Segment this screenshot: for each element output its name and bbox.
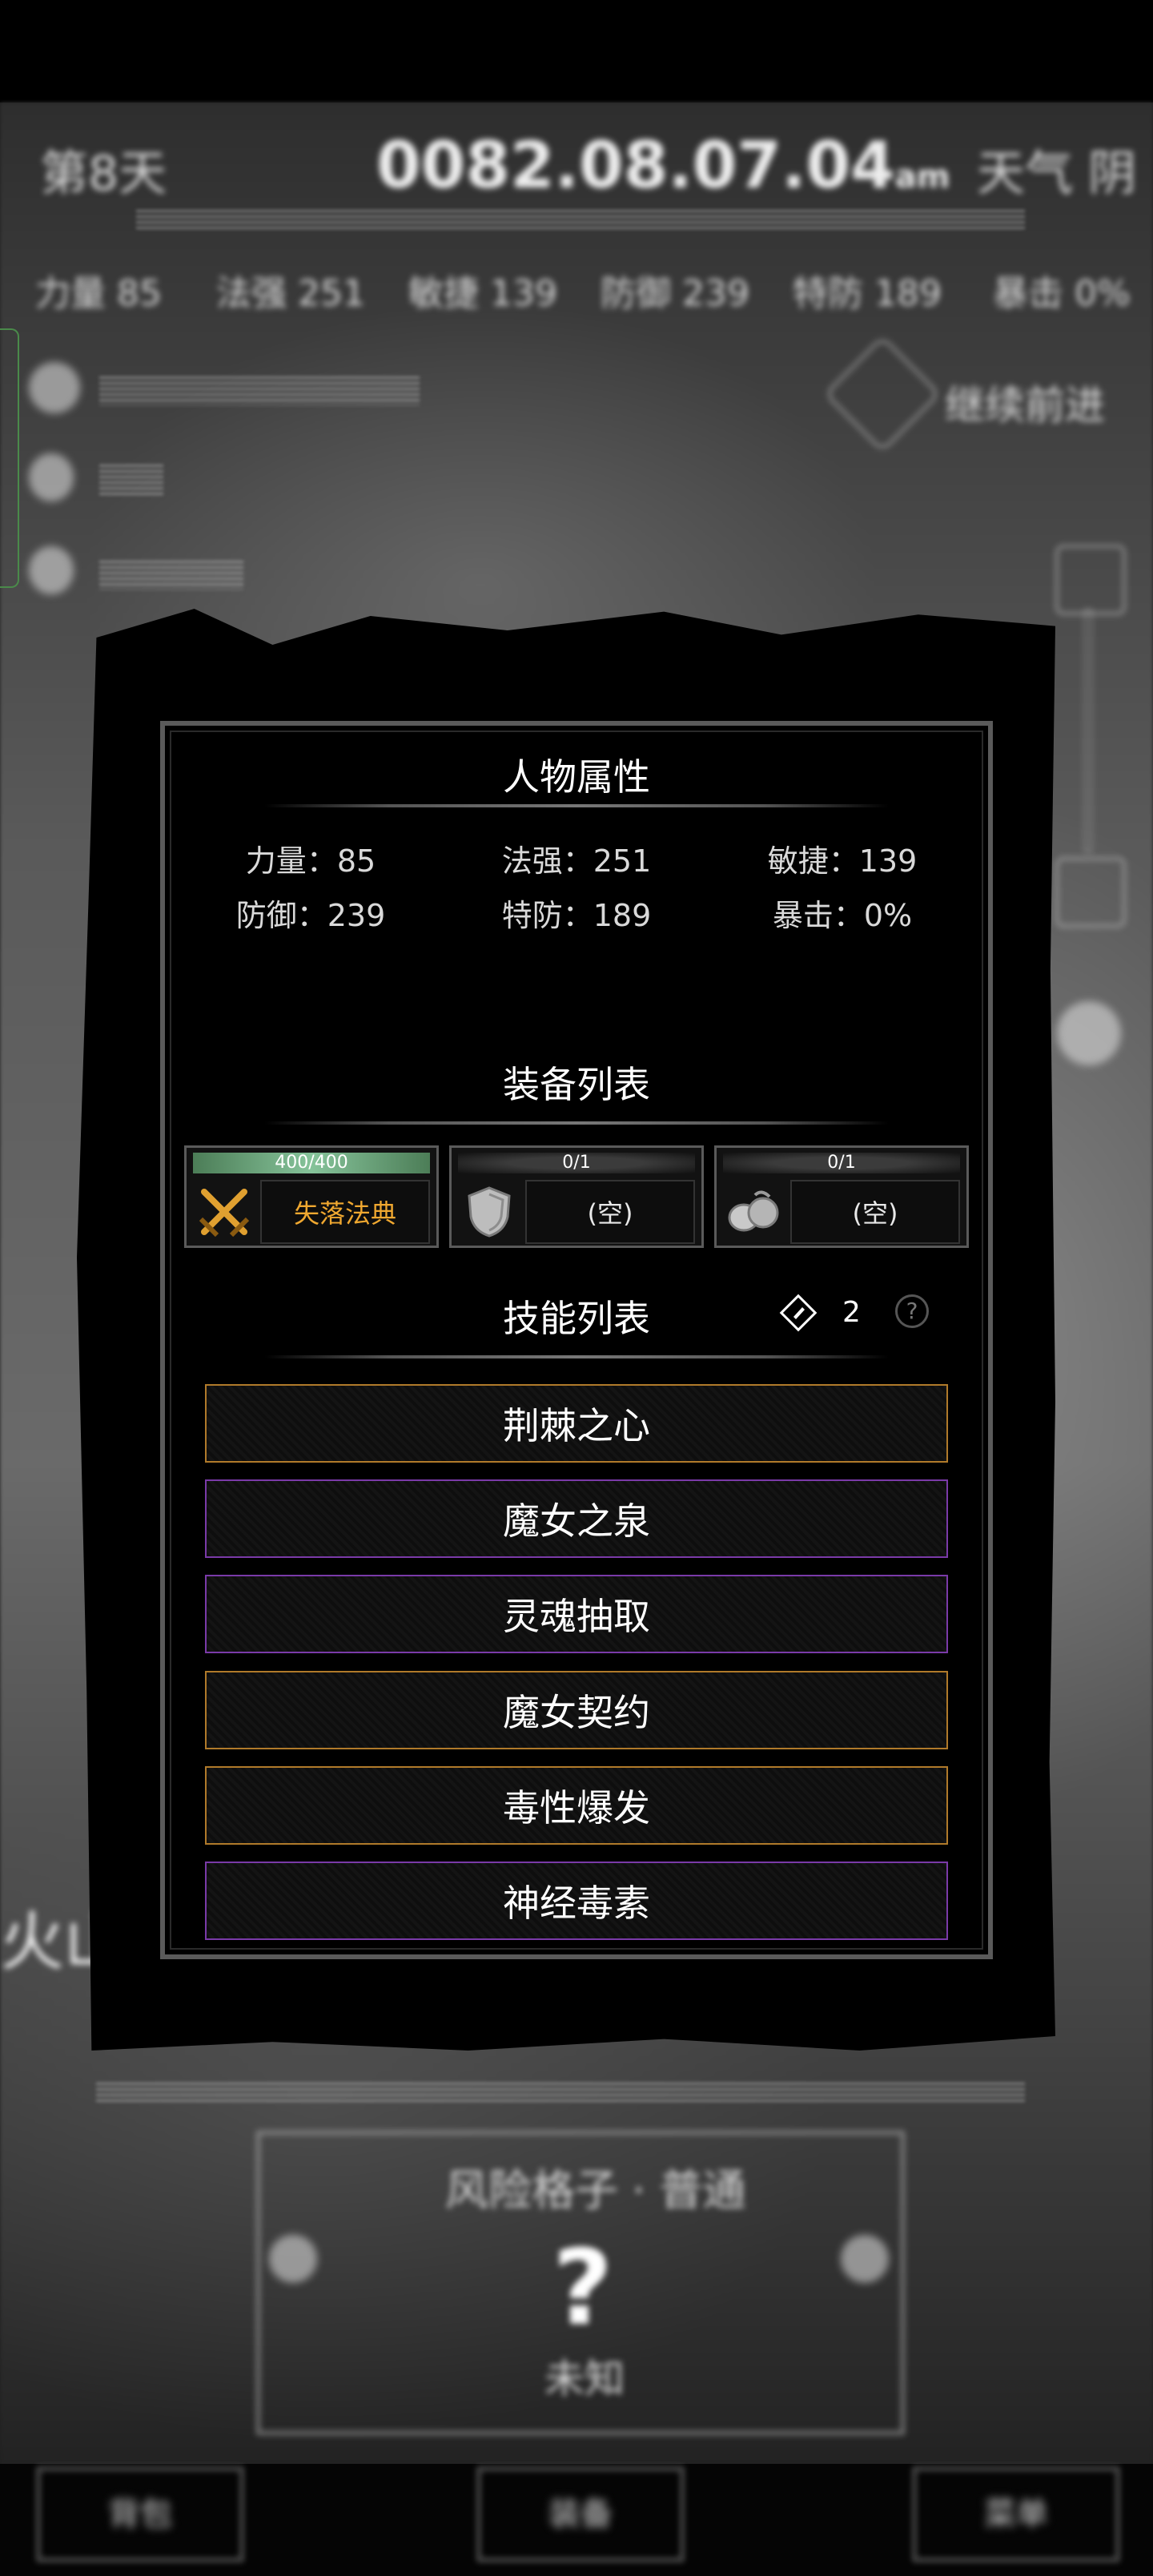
stat-value: 251 xyxy=(593,843,652,879)
skill-item-0[interactable]: 荆棘之心 xyxy=(205,1384,948,1463)
bg-stat-4: 特防 189 xyxy=(793,273,942,314)
stat-defense: 防御：239 xyxy=(235,898,386,933)
skill-item-2[interactable]: 灵魂抽取 xyxy=(205,1575,948,1653)
stat-value: 139 xyxy=(858,843,918,879)
stat-label: 暴击 xyxy=(772,898,834,933)
armor-icon xyxy=(721,1180,787,1244)
equipment-slot-weapon[interactable]: 400/400 失落法典 xyxy=(184,1145,439,1248)
equipment-slot-shield[interactable]: 0/1 (空) xyxy=(449,1145,704,1248)
bottom-button-menu-label: 菜单 xyxy=(984,2496,1048,2533)
stat-value: 239 xyxy=(327,898,386,933)
stamina-bar xyxy=(99,465,163,497)
region-divider xyxy=(96,2083,1025,2103)
skill-item-3[interactable]: 魔女契约 xyxy=(205,1671,948,1749)
equipment-name: 失落法典 xyxy=(260,1180,430,1244)
stat-value: 189 xyxy=(593,898,652,933)
skill-item-4[interactable]: 毒性爆发 xyxy=(205,1766,948,1845)
map-node-2[interactable] xyxy=(1055,857,1126,928)
game-clock-time: 0082.08.07.04 xyxy=(376,128,895,203)
bg-stat-1: 法强 251 xyxy=(216,273,365,314)
attack-bar xyxy=(99,561,243,590)
stat-value: 85 xyxy=(336,843,376,879)
bottom-button-menu[interactable]: 菜单 xyxy=(913,2467,1119,2562)
bottom-button-bag[interactable]: 背包 xyxy=(37,2467,243,2562)
map-track xyxy=(1084,609,1092,852)
bg-stat-2: 敏捷 139 xyxy=(408,273,557,314)
continue-button[interactable]: 继续前进 xyxy=(945,373,1105,431)
help-icon[interactable]: ? xyxy=(895,1294,929,1328)
bg-stat-5: 暴击 0% xyxy=(993,273,1131,314)
equipment-name: (空) xyxy=(790,1180,960,1244)
skills-divider xyxy=(264,1355,889,1358)
stat-resistance: 特防：189 xyxy=(501,898,652,933)
attributes-divider xyxy=(264,804,889,807)
bottom-button-equip[interactable]: 装备 xyxy=(477,2467,684,2562)
equipment-title: 装备列表 xyxy=(503,1063,650,1106)
skill-item-5[interactable]: 神经毒素 xyxy=(205,1862,948,1940)
shield-icon xyxy=(456,1180,522,1244)
stat-value: 0% xyxy=(863,898,913,933)
encounter-left-icon xyxy=(269,2235,317,2283)
stat-agility: 敏捷：139 xyxy=(767,843,918,879)
durability-bar: 0/1 xyxy=(723,1153,960,1173)
stat-crit: 暴击：0% xyxy=(772,898,913,933)
equipment-divider xyxy=(264,1121,889,1125)
encounter-subtitle: 未知 xyxy=(544,2356,625,2402)
stat-label: 力量 xyxy=(245,843,307,879)
equipment-name: (空) xyxy=(525,1180,695,1244)
day-label: 第8天 xyxy=(40,146,167,202)
encounter-title: 风险格子 · 普通 xyxy=(445,2165,746,2216)
durability-bar: 400/400 xyxy=(193,1153,430,1173)
stat-label: 特防 xyxy=(501,898,563,933)
side-drawer-edge[interactable] xyxy=(0,328,19,588)
skill-point-gem-icon xyxy=(778,1293,818,1333)
durability-bar: 0/1 xyxy=(458,1153,695,1173)
attributes-title: 人物属性 xyxy=(503,755,650,799)
stat-label: 防御 xyxy=(235,898,297,933)
stat-label: 敏捷 xyxy=(767,843,829,879)
skill-point-count: 2 xyxy=(842,1296,861,1329)
status-bar xyxy=(0,0,1153,103)
bg-stat-0: 力量 85 xyxy=(35,273,162,314)
bg-stat-3: 防御 239 xyxy=(601,273,749,314)
header-divider xyxy=(136,210,1025,231)
game-clock: 0082.08.07.04am xyxy=(376,128,950,203)
game-clock-suffix: am xyxy=(894,159,950,195)
strength-icon xyxy=(29,453,74,501)
skills-title: 技能列表 xyxy=(503,1297,650,1340)
crossed-swords-icon xyxy=(191,1180,257,1244)
heart-icon xyxy=(29,362,80,413)
weather-label: 天气 阴 xyxy=(977,146,1137,202)
equipment-slot-armor[interactable]: 0/1 (空) xyxy=(714,1145,969,1248)
encounter-mark: ? xyxy=(552,2227,613,2349)
stat-label: 法强 xyxy=(501,843,563,879)
map-node-1[interactable] xyxy=(1055,545,1126,615)
stat-strength: 力量：85 xyxy=(245,843,376,879)
bottom-button-bag-label: 背包 xyxy=(108,2496,172,2533)
bottom-button-equip-label: 装备 xyxy=(548,2496,613,2533)
stat-magic: 法强：251 xyxy=(501,843,652,879)
skill-item-1[interactable]: 魔女之泉 xyxy=(205,1479,948,1558)
swords-icon xyxy=(29,546,74,594)
hp-bar xyxy=(99,376,420,405)
encounter-right-icon xyxy=(841,2235,889,2283)
